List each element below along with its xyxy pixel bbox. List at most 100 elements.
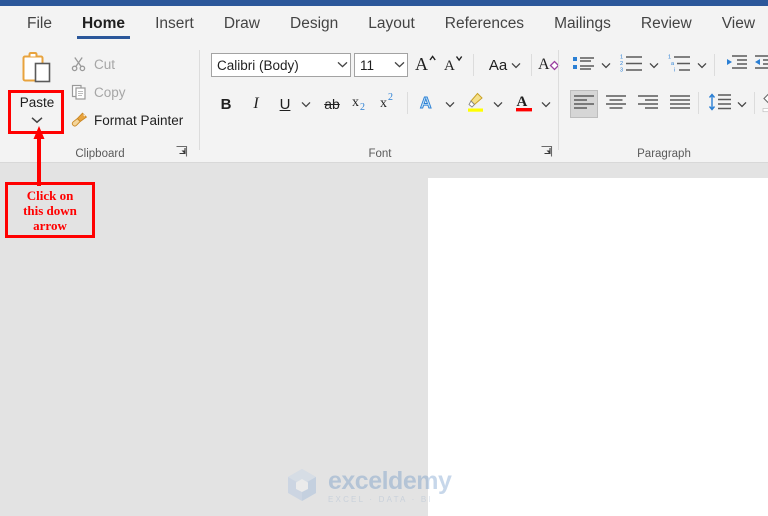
toolbar-separator — [407, 92, 408, 114]
decrease-indent-button[interactable] — [722, 52, 750, 78]
ribbon: Paste Cut Copy Format Painter Clipboard … — [0, 42, 768, 163]
paragraph-group-label: Paragraph — [637, 148, 691, 160]
bold-icon: B — [220, 95, 232, 113]
bold-button[interactable]: B — [213, 90, 239, 118]
chevron-down-icon — [445, 95, 455, 113]
highlight-color-dropdown[interactable] — [489, 90, 507, 118]
align-right-button[interactable] — [634, 90, 662, 118]
tab-view[interactable]: View — [715, 6, 762, 42]
tab-references[interactable]: References — [438, 6, 531, 42]
copy-button[interactable]: Copy — [68, 80, 126, 104]
chevron-down-icon — [301, 95, 311, 113]
numbered-list-dropdown[interactable] — [646, 52, 662, 78]
font-color-button[interactable]: A — [511, 90, 537, 118]
shading-button[interactable] — [760, 90, 768, 118]
line-spacing-button[interactable] — [706, 90, 734, 118]
tab-draw[interactable]: Draw — [217, 6, 267, 42]
svg-text:x: x — [380, 96, 387, 111]
svg-text:A: A — [444, 58, 455, 73]
svg-text:A: A — [415, 54, 428, 73]
text-effects-dropdown[interactable] — [441, 90, 459, 118]
svg-text:1: 1 — [668, 54, 671, 60]
tab-home[interactable]: Home — [75, 6, 132, 42]
callout-line-2: this down — [23, 202, 77, 218]
clipboard-group-label: Clipboard — [75, 148, 125, 160]
change-case-button[interactable]: Aa — [483, 52, 527, 78]
font-color-dropdown[interactable] — [537, 90, 555, 118]
strikethrough-button[interactable]: ab — [319, 90, 345, 118]
increase-font-size-icon: A — [414, 53, 438, 78]
increase-indent-button[interactable] — [752, 52, 768, 78]
format-painter-label: Format Painter — [94, 112, 184, 128]
numbered-list-button[interactable]: 1 2 3 — [618, 52, 646, 78]
cut-button[interactable]: Cut — [68, 52, 115, 76]
group-separator — [558, 50, 559, 150]
tab-design[interactable]: Design — [283, 6, 345, 42]
justify-icon — [669, 94, 691, 115]
shading-icon — [761, 91, 768, 118]
decrease-font-size-button[interactable]: A — [441, 52, 467, 78]
chevron-down-icon — [649, 56, 659, 74]
paste-button-highlight — [8, 90, 64, 134]
annotation-callout: Click on this down arrow — [5, 182, 95, 238]
align-left-icon — [573, 94, 595, 115]
font-group-label: Font — [368, 148, 392, 160]
subscript-icon: x 2 — [351, 92, 373, 117]
text-effects-button[interactable]: A — [415, 90, 441, 118]
format-painter-button[interactable]: Format Painter — [68, 108, 183, 132]
font-name-value: Calibri (Body) — [217, 57, 299, 73]
toolbar-separator — [531, 54, 532, 76]
increase-indent-icon — [754, 54, 768, 77]
chevron-down-icon — [737, 95, 747, 113]
line-spacing-icon — [708, 92, 732, 116]
align-center-button[interactable] — [602, 90, 630, 118]
bullet-list-icon — [572, 54, 596, 77]
superscript-button[interactable]: x 2 — [377, 90, 403, 118]
increase-font-size-button[interactable]: A — [413, 52, 439, 78]
italic-button[interactable]: I — [243, 90, 269, 118]
highlight-color-button[interactable] — [463, 90, 489, 118]
callout-line-3: arrow — [33, 217, 67, 233]
subscript-button[interactable]: x 2 — [349, 90, 375, 118]
chevron-down-icon — [541, 95, 551, 113]
callout-line-1: Click on — [26, 187, 74, 203]
font-size-value: 11 — [360, 57, 375, 73]
justify-button[interactable] — [666, 90, 694, 118]
svg-text:A: A — [538, 56, 550, 73]
exceldemy-logo-icon — [282, 465, 322, 510]
font-size-combobox[interactable]: 11 — [354, 53, 408, 77]
line-spacing-dropdown[interactable] — [734, 90, 750, 118]
bullet-list-dropdown[interactable] — [598, 52, 614, 78]
tab-layout[interactable]: Layout — [361, 6, 422, 42]
font-dialog-launcher[interactable] — [540, 145, 553, 158]
underline-icon: U — [279, 95, 291, 113]
multilevel-list-button[interactable]: 1 a i — [666, 52, 694, 78]
word-application-window: File Home Insert Draw Design Layout Refe… — [0, 0, 768, 516]
underline-button[interactable]: U — [273, 90, 297, 118]
clipboard-icon — [21, 52, 53, 91]
clipboard-dialog-launcher[interactable] — [175, 145, 188, 158]
tab-insert[interactable]: Insert — [148, 6, 201, 42]
cut-label: Cut — [94, 56, 116, 72]
underline-dropdown[interactable] — [297, 90, 315, 118]
chevron-down-icon[interactable] — [391, 59, 407, 71]
svg-text:2: 2 — [360, 102, 365, 112]
tab-mailings[interactable]: Mailings — [547, 6, 618, 42]
font-name-combobox[interactable]: Calibri (Body) — [211, 53, 351, 77]
align-right-icon — [637, 94, 659, 115]
tab-file[interactable]: File — [20, 6, 59, 42]
chevron-down-icon — [493, 95, 503, 113]
chevron-down-icon[interactable] — [511, 56, 521, 74]
toolbar-separator — [473, 54, 474, 76]
bullet-list-button[interactable] — [570, 52, 598, 78]
annotation-arrow-icon — [33, 126, 45, 186]
align-left-button[interactable] — [570, 90, 598, 118]
svg-text:A: A — [517, 94, 528, 110]
chevron-down-icon[interactable] — [334, 59, 350, 71]
ribbon-group-font: Calibri (Body) 11 A A Aa A B I U ab x 2 … — [201, 42, 560, 163]
watermark-name: exceldemy — [328, 467, 452, 495]
multilevel-list-dropdown[interactable] — [694, 52, 710, 78]
svg-text:i: i — [674, 67, 675, 73]
tab-review[interactable]: Review — [634, 6, 699, 42]
chevron-down-icon — [601, 56, 611, 74]
